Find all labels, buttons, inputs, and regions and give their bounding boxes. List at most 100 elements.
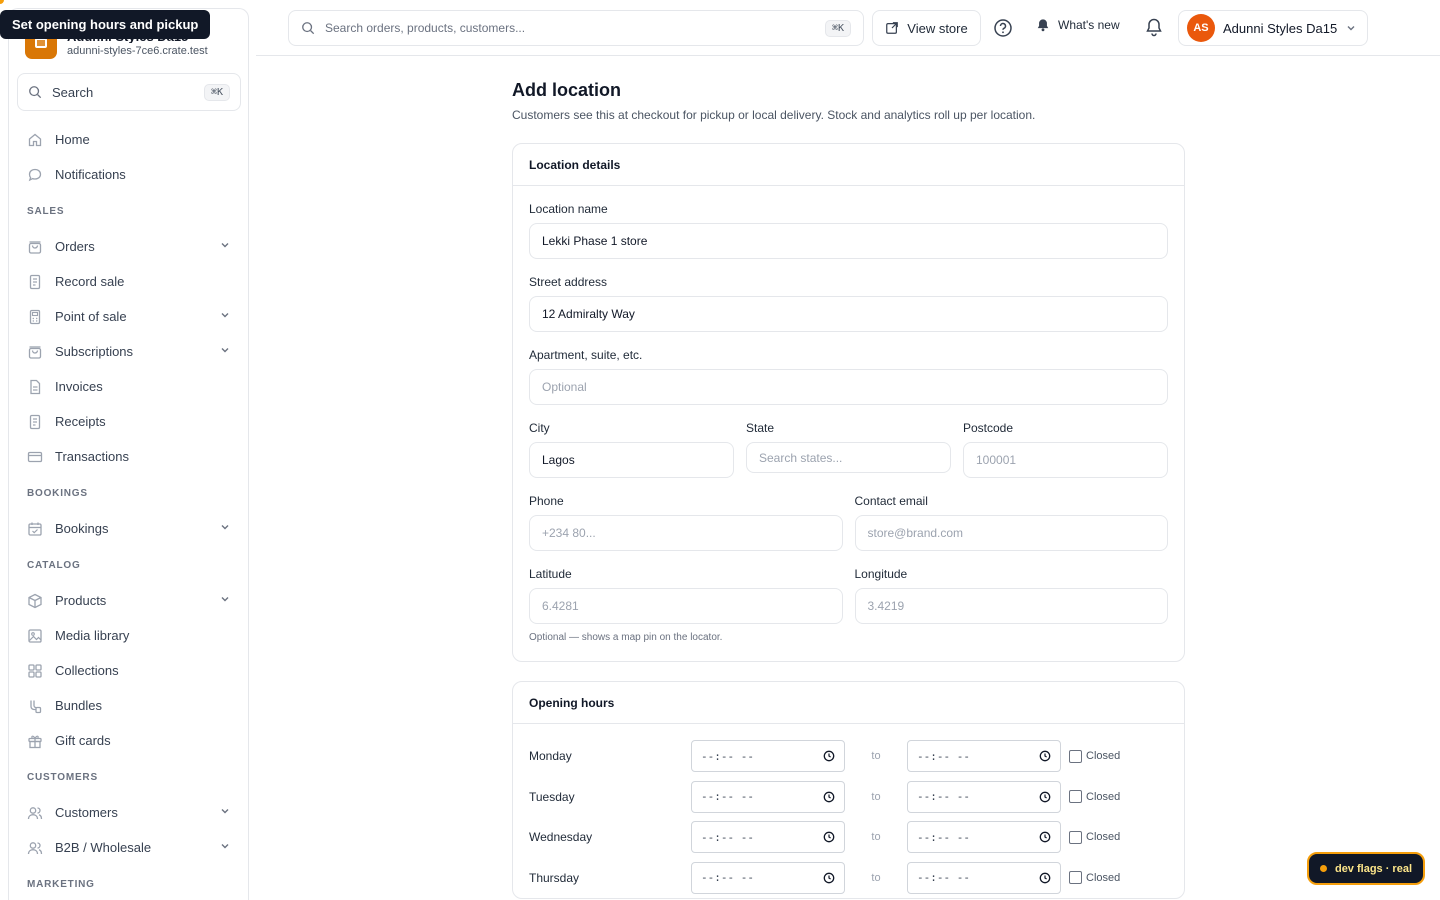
- view-store-label: View store: [907, 20, 968, 36]
- sidebar-item-products[interactable]: Products: [17, 583, 241, 618]
- day-label: Wednesday: [529, 830, 593, 845]
- thursday-open-time[interactable]: --:-- --: [691, 861, 845, 894]
- clock-icon: [823, 791, 835, 803]
- wednesday-open-time[interactable]: --:-- --: [691, 821, 845, 854]
- sidebar-item-invoices[interactable]: Invoices: [17, 369, 241, 404]
- latitude-input[interactable]: [529, 588, 843, 624]
- sidebar-item-notifications[interactable]: Notifications: [17, 157, 241, 192]
- sidebar-item-point-of-sale[interactable]: Point of sale: [17, 299, 241, 334]
- wednesday-close-time[interactable]: --:-- --: [907, 821, 1061, 854]
- coordinates-hint: Optional — shows a map pin on the locato…: [529, 632, 723, 643]
- bundle-icon: [27, 698, 43, 714]
- sidebar-item-bookings[interactable]: Bookings: [17, 511, 241, 546]
- clock-icon: [1039, 872, 1051, 884]
- sidebar-item-label: Bookings: [55, 521, 109, 536]
- home-icon: [27, 132, 43, 148]
- checkbox[interactable]: [1069, 749, 1082, 763]
- users-icon: [27, 840, 43, 856]
- phone-input[interactable]: [529, 515, 843, 551]
- sidebar-item-receipts[interactable]: Receipts: [17, 404, 241, 439]
- notifications-button[interactable]: [1144, 17, 1164, 40]
- view-store-button[interactable]: View store: [872, 10, 981, 46]
- checkbox[interactable]: [1069, 790, 1082, 804]
- receipt-icon: [27, 414, 43, 430]
- closed-label: Closed: [1086, 871, 1121, 884]
- sidebar-item-subscriptions[interactable]: Subscriptions: [17, 334, 241, 369]
- sidebar-item-orders[interactable]: Orders: [17, 229, 241, 264]
- latitude-label: Latitude: [529, 567, 572, 581]
- state-search-input[interactable]: [746, 442, 951, 473]
- apartment-label: Apartment, suite, etc.: [529, 348, 643, 362]
- tuesday-closed-toggle[interactable]: Closed: [1069, 790, 1120, 804]
- whats-new-button[interactable]: What's new: [1036, 18, 1120, 32]
- sidebar-item-bundles[interactable]: Bundles: [17, 688, 241, 723]
- to-label: to: [871, 871, 881, 884]
- avatar: AS: [1187, 14, 1215, 42]
- location-name-input[interactable]: [529, 223, 1168, 259]
- chevron-down-icon: [219, 593, 231, 608]
- sidebar-item-collections[interactable]: Collections: [17, 653, 241, 688]
- apartment-input[interactable]: [529, 369, 1168, 405]
- sidebar-item-label: Notifications: [55, 167, 126, 182]
- sidebar-item-record-sale[interactable]: Record sale: [17, 264, 241, 299]
- contact-email-label: Contact email: [854, 494, 928, 508]
- help-button[interactable]: [993, 18, 1013, 41]
- day-label: Monday: [529, 749, 572, 764]
- contact-email-input[interactable]: [854, 515, 1168, 551]
- street-address-input[interactable]: [529, 296, 1168, 332]
- external-link-icon: [886, 22, 899, 34]
- city-input[interactable]: [529, 442, 734, 478]
- monday-open-time[interactable]: --:-- --: [691, 740, 845, 773]
- hours-row-monday: Monday --:-- -- to --:-- -- Closed: [513, 736, 1184, 777]
- tuesday-close-time[interactable]: --:-- --: [907, 780, 1061, 813]
- sidebar-item-gift-cards[interactable]: Gift cards: [17, 723, 241, 758]
- sidebar-item-customers[interactable]: Customers: [17, 795, 241, 830]
- postcode-input[interactable]: [963, 442, 1168, 478]
- global-search-input[interactable]: [325, 21, 825, 35]
- sidebar-item-transactions[interactable]: Transactions: [17, 439, 241, 474]
- clock-icon: [1039, 831, 1051, 843]
- thursday-close-time[interactable]: --:-- --: [907, 861, 1061, 894]
- monday-closed-toggle[interactable]: Closed: [1069, 749, 1121, 763]
- closed-label: Closed: [1086, 750, 1121, 763]
- grid-icon: [27, 663, 43, 679]
- hours-row-tuesday: Tuesday --:-- -- to --:-- -- Closed: [513, 777, 1184, 818]
- status-dot-icon: [1319, 865, 1327, 872]
- sidebar-item-label: Receipts: [55, 414, 106, 429]
- checkbox[interactable]: [1069, 830, 1082, 844]
- sidebar-section-catalog: CATALOG: [27, 560, 81, 571]
- street-address-label: Street address: [529, 275, 608, 289]
- account-name: Adunni Styles Da15: [1223, 20, 1338, 36]
- chat-bubble-icon: [27, 167, 43, 183]
- time-placeholder: --:-- --: [917, 830, 970, 844]
- longitude-input[interactable]: [854, 588, 1168, 624]
- wednesday-closed-toggle[interactable]: Closed: [1069, 830, 1120, 844]
- sidebar-item-home[interactable]: Home: [17, 122, 241, 157]
- opening-hours-heading: Opening hours: [513, 682, 1184, 724]
- sidebar-item-label: Gift cards: [55, 733, 111, 748]
- tuesday-open-time[interactable]: --:-- --: [691, 780, 845, 813]
- hours-row-wednesday: Wednesday --:-- -- to --:-- -- Closed: [513, 817, 1184, 858]
- bag-icon: [27, 239, 43, 255]
- longitude-label: Longitude: [854, 567, 908, 581]
- sidebar-item-label: Collections: [55, 663, 119, 678]
- to-label: to: [871, 831, 881, 844]
- global-search[interactable]: ⌘K: [288, 10, 864, 46]
- to-label: to: [871, 750, 881, 763]
- to-label: to: [871, 790, 881, 803]
- sidebar-item-label: Customers: [55, 805, 118, 820]
- thursday-closed-toggle[interactable]: Closed: [1069, 871, 1121, 885]
- clock-icon: [823, 872, 835, 884]
- sidebar-search[interactable]: Search ⌘K: [17, 73, 241, 111]
- monday-close-time[interactable]: --:-- --: [907, 740, 1061, 773]
- checkbox[interactable]: [1069, 871, 1082, 885]
- clock-icon: [1039, 791, 1051, 803]
- sidebar-item-media-library[interactable]: Media library: [17, 618, 241, 653]
- sidebar-item-b2b-wholesale[interactable]: B2B / Wholesale: [17, 830, 241, 865]
- bell-icon: [1146, 18, 1162, 37]
- sidebar-item-label: Transactions: [55, 449, 129, 464]
- topbar: ⌘K View store What's new AS Adunni Style…: [256, 0, 1440, 56]
- account-menu[interactable]: AS Adunni Styles Da15: [1178, 10, 1368, 46]
- dev-flags-badge[interactable]: dev flags · real: [1307, 852, 1425, 885]
- time-placeholder: --:-- --: [701, 871, 754, 885]
